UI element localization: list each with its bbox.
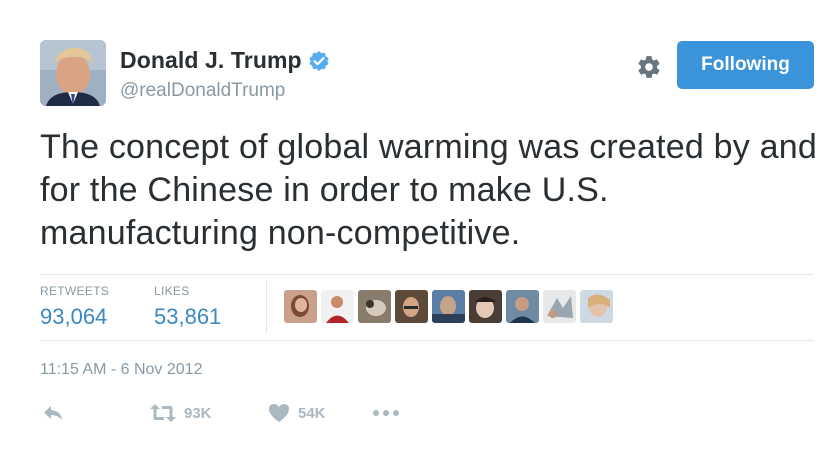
retweets-count: 93,064 — [40, 304, 108, 329]
gear-icon[interactable] — [636, 54, 662, 80]
liker-avatar[interactable] — [469, 290, 502, 323]
heart-icon — [268, 403, 290, 423]
more-button[interactable] — [372, 403, 400, 423]
liker-avatar[interactable] — [358, 290, 391, 323]
liker-avatar[interactable] — [580, 290, 613, 323]
like-count: 54K — [298, 404, 326, 422]
display-name-row: Donald J. Trump — [120, 47, 330, 74]
liker-avatar[interactable] — [321, 290, 354, 323]
reply-icon — [42, 403, 64, 423]
display-name[interactable]: Donald J. Trump — [120, 47, 302, 74]
tweet-timestamp[interactable]: 11:15 AM - 6 Nov 2012 — [40, 361, 202, 379]
retweets-label: RETWEETS — [40, 284, 110, 298]
retweet-count: 93K — [184, 404, 212, 422]
avatar[interactable] — [40, 40, 106, 106]
like-button[interactable]: 54K — [268, 403, 326, 423]
retweet-icon — [150, 403, 176, 423]
user-handle[interactable]: @realDonaldTrump — [120, 80, 285, 102]
divider — [40, 274, 814, 275]
likes-stat[interactable]: LIKES 53,861 — [154, 284, 221, 330]
liker-avatars — [284, 290, 613, 323]
tweet-card: Donald J. Trump @realDonaldTrump Followi… — [0, 0, 840, 472]
likes-label: LIKES — [154, 284, 190, 298]
verified-badge-icon — [308, 50, 330, 72]
liker-avatar[interactable] — [395, 290, 428, 323]
more-dots-icon — [372, 403, 400, 423]
tweet-text: The concept of global warming was create… — [40, 128, 817, 252]
following-button[interactable]: Following — [677, 41, 814, 89]
stat-separator — [266, 280, 267, 334]
retweet-button[interactable]: 93K — [150, 403, 212, 423]
liker-avatar[interactable] — [506, 290, 539, 323]
likes-count: 53,861 — [154, 304, 222, 329]
divider — [40, 340, 814, 341]
reply-button[interactable] — [42, 403, 64, 423]
liker-avatar[interactable] — [432, 290, 465, 323]
liker-avatar[interactable] — [543, 290, 576, 323]
liker-avatar[interactable] — [284, 290, 317, 323]
retweets-stat[interactable]: RETWEETS 93,064 — [40, 284, 109, 330]
